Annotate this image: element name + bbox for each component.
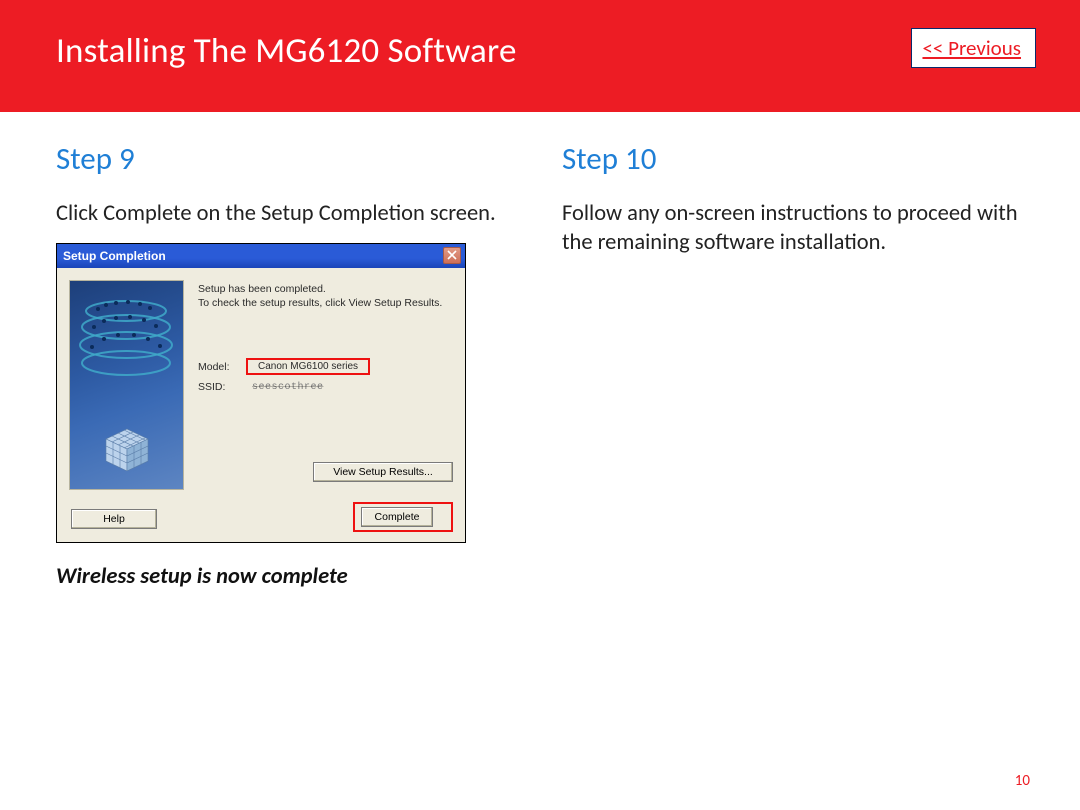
help-button[interactable]: Help	[71, 509, 157, 529]
dialog-button-row: View Setup Results... Help Complete	[57, 462, 465, 532]
page-number: 10	[1015, 772, 1030, 790]
dialog-line1: Setup has been completed.	[198, 282, 453, 296]
previous-link[interactable]: << Previous	[911, 28, 1036, 68]
step10-heading: Step 10	[562, 140, 1036, 178]
step9-heading: Step 9	[56, 140, 530, 178]
close-icon[interactable]	[443, 247, 461, 264]
setup-completion-dialog: Setup Completion	[56, 243, 466, 543]
wireless-complete-note: Wireless setup is now complete	[56, 563, 530, 590]
step10-body: Follow any on-screen instructions to pro…	[562, 200, 1036, 258]
model-label: Model:	[198, 361, 246, 373]
complete-button[interactable]: Complete	[361, 507, 433, 527]
model-row: Model: Canon MG6100 series	[198, 358, 453, 375]
dialog-title: Setup Completion	[63, 249, 166, 263]
view-setup-results-button[interactable]: View Setup Results...	[313, 462, 453, 482]
step9-body: Click Complete on the Setup Completion s…	[56, 200, 530, 229]
dialog-titlebar: Setup Completion	[57, 244, 465, 268]
dialog-line2: To check the setup results, click View S…	[198, 296, 453, 310]
header-bar: Installing The MG6120 Software << Previo…	[0, 0, 1080, 112]
slide-page: Installing The MG6120 Software << Previo…	[0, 0, 1080, 810]
model-value: Canon MG6100 series	[246, 358, 370, 375]
column-step-9: Step 9 Click Complete on the Setup Compl…	[56, 140, 554, 590]
content-columns: Step 9 Click Complete on the Setup Compl…	[0, 112, 1080, 590]
dialog-side-image	[69, 280, 184, 490]
ssid-label: SSID:	[198, 381, 246, 393]
ssid-row: SSID: seescothree	[198, 381, 453, 393]
complete-button-highlight: Complete	[353, 502, 453, 532]
page-title: Installing The MG6120 Software	[56, 30, 517, 72]
column-step-10: Step 10 Follow any on-screen instruction…	[554, 140, 1036, 590]
ssid-value: seescothree	[246, 382, 324, 393]
